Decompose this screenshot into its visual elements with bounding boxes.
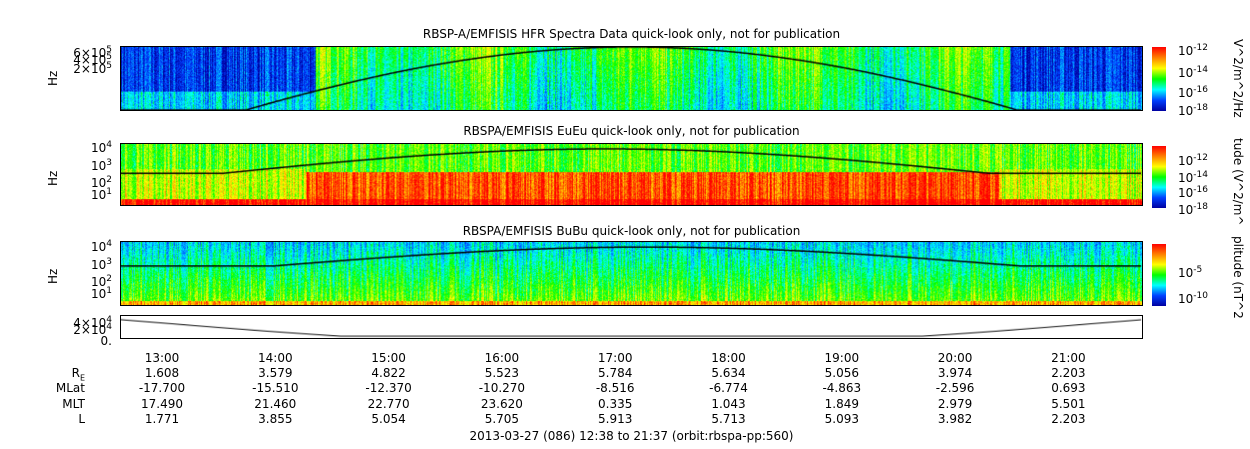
- ephemeris-value: 4.822: [371, 366, 406, 380]
- ephemeris-value: 5.634: [711, 366, 746, 380]
- ephemeris-value: 5.054: [371, 411, 406, 426]
- ephemeris-label: RE: [71, 366, 85, 383]
- ytick-label: 103: [90, 257, 112, 272]
- xtick-label: 17:00: [597, 351, 633, 365]
- ephemeris-value: -6.774: [709, 381, 748, 396]
- colorbar-tick-label: 10-14: [1178, 170, 1208, 185]
- colorbar-tick-label: 10-18: [1178, 103, 1208, 118]
- ephemeris-value: 5.093: [824, 411, 859, 426]
- colorbar: [1152, 47, 1166, 111]
- colorbar-tick-label: 10-14: [1178, 65, 1208, 80]
- line-panel: [120, 315, 1143, 339]
- xtick-label: 16:00: [484, 351, 520, 365]
- footer-time-range: 2013-03-27 (086) 12:38 to 21:37 (orbit:r…: [469, 429, 794, 443]
- xtick-label: 18:00: [711, 351, 746, 365]
- colorbar-title: plitude (nT^2: [1231, 236, 1245, 319]
- colorbar-tick-label: 10-10: [1178, 291, 1208, 306]
- ephemeris-value: 0.335: [598, 396, 633, 411]
- chart-canvas: [121, 144, 1142, 205]
- ephemeris-value: 1.849: [824, 396, 859, 411]
- panel2-title: RBSPA/EMFISIS EuEu quick-look only, not …: [463, 124, 800, 138]
- colorbar: [1152, 146, 1166, 208]
- ytick-label: 2×105: [73, 61, 112, 76]
- ephemeris-label: L: [78, 411, 85, 426]
- ephemeris-value: 2.203: [1051, 411, 1086, 426]
- ephemeris-value: 5.056: [824, 366, 859, 380]
- ytick-label: 103: [90, 158, 112, 173]
- ephemeris-value: 1.043: [711, 396, 746, 411]
- ephemeris-value: 21.460: [254, 396, 297, 411]
- panel2-ylabel: Hz: [46, 170, 60, 186]
- ephemeris-value: 17.490: [141, 396, 183, 411]
- ytick-label: 101: [90, 286, 112, 301]
- ephemeris-value: 1.771: [144, 411, 180, 426]
- ephemeris-value: 23.620: [480, 396, 523, 411]
- ephemeris-value: 1.608: [144, 366, 180, 380]
- ephemeris-value: 5.784: [598, 366, 633, 380]
- ephemeris-value: 5.705: [484, 411, 520, 426]
- bubu-spectrogram: [120, 241, 1143, 306]
- chart-canvas: [121, 316, 1142, 338]
- colorbar-tick-label: 10-5: [1178, 265, 1203, 280]
- ephemeris-value: 3.982: [937, 411, 973, 426]
- eueu-spectrogram: [120, 143, 1143, 206]
- ephemeris-value: -10.270: [478, 381, 526, 396]
- ephemeris-value: 2.979: [937, 396, 973, 411]
- ephemeris-value: 5.713: [711, 411, 746, 426]
- ephemeris-value: -15.510: [252, 381, 299, 396]
- ytick-label: 104: [90, 140, 112, 155]
- chart-canvas: [121, 242, 1142, 305]
- xtick-label: 21:00: [1051, 351, 1086, 365]
- panel3-title: RBSPA/EMFISIS BuBu quick-look only, not …: [462, 224, 801, 238]
- ephemeris-label: MLat: [55, 381, 85, 396]
- colorbar-tick-label: 10-12: [1178, 153, 1208, 168]
- hfr-spectrogram: [120, 46, 1143, 111]
- colorbar-tick-label: 10-12: [1178, 43, 1208, 58]
- xtick-label: 20:00: [937, 351, 973, 365]
- ephemeris-label: MLT: [62, 396, 85, 411]
- ephemeris-value: -12.370: [365, 381, 412, 396]
- xtick-label: 19:00: [824, 351, 860, 365]
- xtick-label: 13:00: [144, 351, 180, 365]
- ephemeris-value: 0.693: [1051, 381, 1086, 396]
- colorbar-title: V^2/m^2/Hz: [1231, 39, 1245, 118]
- ephemeris-value: 22.770: [367, 396, 410, 411]
- ephemeris-value: -4.863: [822, 381, 862, 396]
- chart-canvas: [121, 47, 1142, 110]
- xtick-label: 15:00: [371, 351, 406, 365]
- xtick-label: 14:00: [258, 351, 293, 365]
- ephemeris-value: 3.579: [258, 366, 293, 380]
- ephemeris-value: -2.596: [935, 381, 975, 396]
- colorbar-title: tude (V^2/m^: [1231, 138, 1245, 226]
- panel1-title: RBSP-A/EMFISIS HFR Spectra Data quick-lo…: [422, 27, 841, 41]
- panel3-ylabel: Hz: [46, 268, 60, 284]
- ytick-label: 101: [90, 187, 112, 202]
- ytick-label: 104: [90, 239, 112, 254]
- colorbar-tick-label: 10-16: [1178, 185, 1208, 200]
- colorbar-tick-label: 10-18: [1178, 202, 1208, 217]
- colorbar-tick-label: 10-16: [1178, 85, 1208, 100]
- ephemeris-value: 3.855: [258, 411, 293, 426]
- panel1-ylabel: Hz: [46, 70, 60, 86]
- ephemeris-value: 5.501: [1051, 396, 1086, 411]
- ephemeris-value: 5.913: [598, 411, 633, 426]
- colorbar: [1152, 244, 1166, 306]
- ephemeris-value: -8.516: [595, 381, 635, 396]
- ephemeris-value: 5.523: [484, 366, 520, 380]
- ephemeris-value: 3.974: [937, 366, 973, 380]
- ephemeris-value: 2.203: [1051, 366, 1086, 380]
- ephemeris-value: -17.700: [138, 381, 186, 396]
- ytick-label: 0.: [100, 334, 112, 348]
